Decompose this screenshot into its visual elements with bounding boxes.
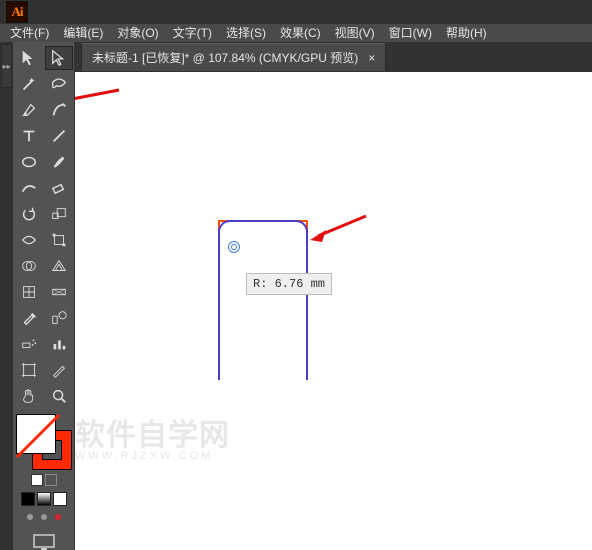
hand-tool[interactable] (15, 384, 43, 408)
column-graph-tool[interactable] (45, 332, 73, 356)
shape-right-edge (306, 240, 308, 380)
mini-swatch-row (31, 474, 57, 486)
eyedropper-tool[interactable] (15, 306, 43, 330)
app-root: Ai 文件(F) 编辑(E) 对象(O) 文字(T) 选择(S) 效果(C) 视… (0, 0, 592, 550)
fill-swatch[interactable] (16, 414, 56, 454)
annotation-arrow-tool (75, 86, 121, 110)
menu-select[interactable]: 选择(S) (226, 24, 266, 41)
menu-view[interactable]: 视图(V) (335, 24, 375, 41)
shape-left-edge (218, 240, 220, 380)
color-mode-solid[interactable] (21, 492, 35, 506)
slice-tool[interactable] (45, 358, 73, 382)
gradient-tool[interactable] (45, 280, 73, 304)
main-area: 未标题-1 [已恢复]* @ 107.84% (CMYK/GPU 预览) × (75, 42, 592, 550)
watermark-text: 软件自学网 (75, 410, 230, 454)
document-tab-bar: 未标题-1 [已恢复]* @ 107.84% (CMYK/GPU 预览) × (75, 42, 592, 72)
canvas[interactable]: R: 6.76 mm 软件自学网 WWW.RJZXW.COM (75, 72, 592, 550)
shape-builder-tool[interactable] (15, 254, 43, 278)
scale-tool[interactable] (45, 202, 73, 226)
close-tab-icon[interactable]: × (368, 51, 375, 65)
menu-object[interactable]: 对象(O) (117, 24, 158, 41)
magic-wand-tool[interactable] (15, 72, 43, 96)
menu-effect[interactable]: 效果(C) (280, 24, 321, 41)
draw-inside-icon[interactable] (55, 514, 61, 520)
menu-window[interactable]: 窗口(W) (389, 24, 432, 41)
watermark-url: WWW.RJZXW.COM (75, 450, 230, 462)
color-mode-gradient[interactable] (37, 492, 51, 506)
zoom-tool[interactable] (45, 384, 73, 408)
perspective-grid-tool[interactable] (45, 254, 73, 278)
paintbrush-tool[interactable] (45, 150, 73, 174)
panel-gutter: ▸▸ (0, 42, 13, 550)
curvature-tool[interactable] (45, 98, 73, 122)
document-tab[interactable]: 未标题-1 [已恢复]* @ 107.84% (CMYK/GPU 预览) × (81, 43, 386, 71)
pen-tool[interactable] (15, 98, 43, 122)
width-tool[interactable] (15, 228, 43, 252)
app-logo: Ai (6, 1, 28, 23)
live-corner-widget[interactable] (231, 244, 237, 250)
screen-mode-icon[interactable] (33, 534, 55, 550)
line-segment-tool[interactable] (45, 124, 73, 148)
menu-help[interactable]: 帮助(H) (446, 24, 487, 41)
shape-top-arc (218, 220, 308, 260)
mesh-tool[interactable] (15, 280, 43, 304)
document-tab-title: 未标题-1 [已恢复]* @ 107.84% (CMYK/GPU 预览) (92, 49, 358, 66)
fill-stroke-swatch[interactable] (16, 414, 72, 470)
direct-selection-tool[interactable] (45, 46, 73, 70)
annotation-arrow-corner (308, 212, 368, 242)
rotate-tool[interactable] (15, 202, 43, 226)
artboard-tool[interactable] (15, 358, 43, 382)
symbol-sprayer-tool[interactable] (15, 332, 43, 356)
ellipse-tool[interactable] (15, 150, 43, 174)
draw-normal-icon[interactable] (27, 514, 33, 520)
blend-tool[interactable] (45, 306, 73, 330)
swap-fill-stroke-icon[interactable] (45, 474, 57, 486)
app-logo-text: Ai (12, 4, 23, 20)
default-fill-stroke-icon[interactable] (31, 474, 43, 486)
tool-grid (13, 42, 75, 410)
eraser-tool[interactable] (45, 176, 73, 200)
gutter-expand-button[interactable]: ▸▸ (1, 44, 12, 88)
menu-file[interactable]: 文件(F) (10, 24, 49, 41)
draw-behind-icon[interactable] (41, 514, 47, 520)
titlebar: Ai (0, 0, 592, 24)
radius-tooltip: R: 6.76 mm (246, 273, 332, 295)
selection-tool[interactable] (15, 46, 43, 70)
menu-edit[interactable]: 编辑(E) (63, 24, 103, 41)
draw-mode-row (24, 510, 64, 524)
type-tool[interactable] (15, 124, 43, 148)
free-transform-tool[interactable] (45, 228, 73, 252)
menu-text[interactable]: 文字(T) (173, 24, 212, 41)
workspace: ▸▸ (0, 42, 592, 550)
menu-bar: 文件(F) 编辑(E) 对象(O) 文字(T) 选择(S) 效果(C) 视图(V… (0, 24, 592, 42)
watermark: 软件自学网 WWW.RJZXW.COM (75, 410, 230, 462)
color-mode-none[interactable] (53, 492, 67, 506)
toolbox (13, 42, 75, 550)
color-mode-row (21, 492, 67, 506)
shaper-tool[interactable] (15, 176, 43, 200)
lasso-tool[interactable] (45, 72, 73, 96)
